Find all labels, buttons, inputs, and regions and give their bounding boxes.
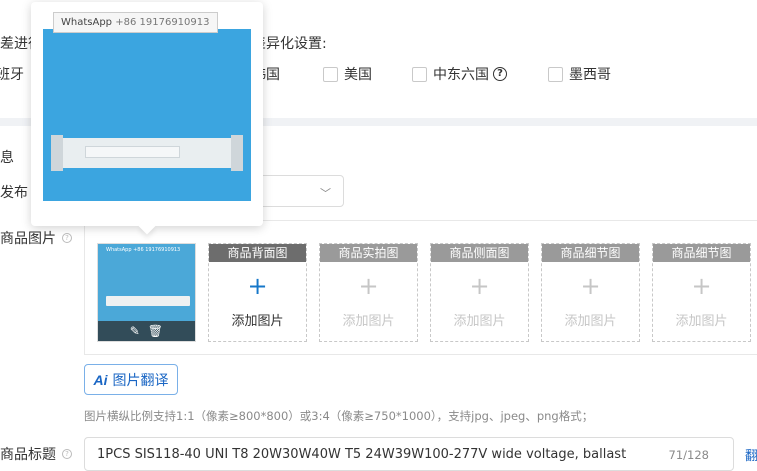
image-slot-real[interactable]: 商品实拍图 + 添加图片 (319, 243, 418, 342)
plus-icon: + (469, 272, 490, 300)
ballast-product-image (51, 135, 243, 171)
section-title: 息 (0, 150, 14, 166)
image-preview-popover: WhatsApp +86 19176910913 (31, 2, 263, 235)
country-label: 中东六国 (433, 67, 489, 83)
char-counter: 71/128 (668, 448, 709, 462)
plus-icon: + (358, 272, 379, 300)
title-label-wrap: 商品标题 ? (0, 444, 72, 464)
image-translate-label: 图片翻译 (112, 371, 169, 388)
image-slot-back[interactable]: 商品背面图 + 添加图片 (208, 243, 307, 342)
trash-icon[interactable]: 🗑 (148, 325, 163, 337)
watermark-app: WhatsApp (61, 17, 113, 28)
images-label: 商品图片 (0, 231, 56, 247)
slot-header: 商品背面图 (209, 244, 306, 262)
country-option-mexico[interactable]: 墨西哥 (548, 64, 611, 84)
ai-icon: Ai (93, 371, 108, 388)
product-title-input[interactable]: 1PCS SIS118-40 UNI T8 20W30W40W T5 24W39… (84, 437, 734, 471)
country-option-spain[interactable]: 班牙 (0, 64, 24, 84)
help-icon[interactable]: ? (62, 449, 72, 459)
preview-photo (43, 29, 251, 201)
help-icon[interactable]: ? (493, 67, 507, 81)
add-image-label: 添加图片 (675, 314, 728, 329)
preview-watermark: WhatsApp +86 19176910913 (53, 12, 218, 33)
country-option-usa[interactable]: 美国 (323, 64, 372, 84)
country-label: 班牙 (0, 67, 24, 83)
add-image-label: 添加图片 (231, 314, 284, 329)
slot-header: 商品细节图 (653, 244, 750, 262)
add-image-label: 添加图片 (453, 314, 506, 329)
plus-icon: + (691, 272, 712, 300)
plus-icon: + (247, 272, 268, 300)
image-translate-button[interactable]: Ai 图片翻译 (84, 364, 178, 395)
main-image-thumb[interactable]: WhatsApp +86 19176910913 ✎ 🗑 (97, 243, 196, 342)
country-label: 美国 (344, 67, 372, 83)
image-slot-detail-1[interactable]: 商品细节图 + 添加图片 (541, 243, 640, 342)
ballast-label (85, 146, 180, 158)
product-title-value: 1PCS SIS118-40 UNI T8 20W30W40W T5 24W39… (97, 447, 627, 462)
country-option-middle-east[interactable]: 中东六国 ? (412, 64, 507, 84)
edit-icon[interactable]: ✎ (130, 325, 140, 337)
slot-header: 商品侧面图 (431, 244, 528, 262)
add-image-label: 添加图片 (564, 314, 617, 329)
slot-header: 商品实拍图 (320, 244, 417, 262)
image-slot-side[interactable]: 商品侧面图 + 添加图片 (430, 243, 529, 342)
plus-icon: + (580, 272, 601, 300)
checkbox[interactable] (548, 66, 563, 82)
title-label: 商品标题 (0, 447, 56, 463)
ballast-end-cap (51, 135, 63, 171)
image-slot-detail-2[interactable]: 商品细节图 + 添加图片 (652, 243, 751, 342)
add-image-label: 添加图片 (342, 314, 395, 329)
chevron-down-icon: ﹀ (320, 187, 331, 200)
ballast-product-image (106, 296, 190, 306)
publish-label: 发布 (0, 185, 28, 201)
checkbox[interactable] (412, 66, 427, 82)
images-label-wrap: 商品图片 ? (0, 228, 72, 248)
ballast-end-cap (231, 135, 243, 171)
differentiation-title: 差异化设置: (252, 36, 327, 52)
thumb-action-bar: ✎ 🗑 (98, 321, 195, 341)
help-icon[interactable]: ? (62, 233, 72, 243)
image-format-hint: 图片横纵比例支持1:1（像素≥800*800）或3:4（像素≥750*1000）… (84, 409, 594, 423)
country-label: 墨西哥 (569, 67, 611, 83)
translate-link[interactable]: 翻 (745, 445, 757, 464)
thumb-watermark: WhatsApp +86 19176910913 (106, 247, 181, 253)
checkbox[interactable] (323, 66, 338, 82)
slot-header: 商品细节图 (542, 244, 639, 262)
watermark-phone: +86 19176910913 (115, 17, 210, 28)
